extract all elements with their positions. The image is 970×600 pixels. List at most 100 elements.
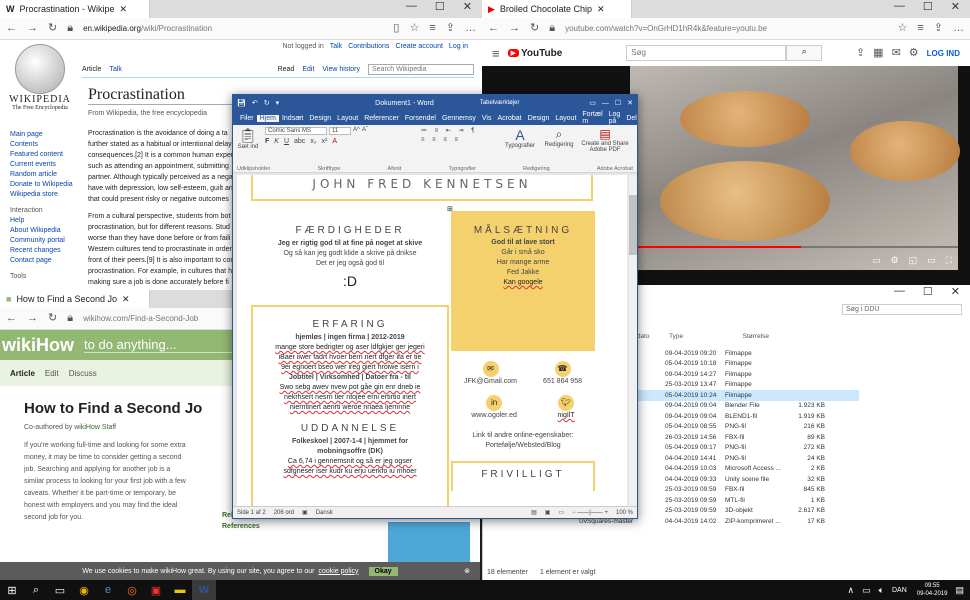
styles-button[interactable]: A Typografier	[503, 127, 537, 170]
save-icon[interactable]: 💾︎	[237, 99, 246, 107]
nav-discuss[interactable]: Discuss	[69, 369, 97, 378]
close-tab-icon[interactable]: ✕	[122, 294, 130, 305]
ribbon-tab[interactable]: Referencer	[361, 115, 402, 122]
youtube-search-input[interactable]: Søg	[626, 45, 787, 61]
close-icon[interactable]: ✕	[627, 99, 633, 107]
login-link[interactable]: Log på	[606, 111, 624, 125]
list-icons[interactable]: ≔ ≡ ⇤ ⇥ ¶	[421, 127, 497, 134]
maximize-icon[interactable]: ☐	[435, 0, 445, 18]
sidebar-donate[interactable]: Donate to Wikipedia	[10, 180, 82, 190]
wiki-browser-tab[interactable]: W Procrastination - Wikipe ✕	[0, 0, 150, 18]
maximize-icon[interactable]: ☐	[923, 285, 933, 301]
create-pdf-button[interactable]: ▤ Create and Share Adobe PDF	[581, 127, 629, 170]
youtube-logo-icon[interactable]: ▶	[507, 49, 519, 57]
proofing-icon[interactable]: ▣	[302, 509, 308, 516]
undo-icon[interactable]: ↶	[252, 99, 258, 107]
sidebar-main-page[interactable]: Main page	[10, 130, 82, 140]
font-color-icon[interactable]: A	[332, 138, 337, 145]
document-page[interactable]: JOHN FRED KENNETSEN ⊞ FÆRDIGHEDER Jeg er…	[237, 175, 627, 506]
zoom-slider[interactable]: − ——|—— +	[572, 510, 608, 516]
tab-article[interactable]: Article	[82, 66, 101, 73]
font-size-select[interactable]: 11	[329, 127, 351, 135]
reading-view-icon[interactable]: ▯	[393, 23, 399, 34]
close-icon[interactable]: ✕	[951, 0, 960, 18]
more-icon[interactable]: …	[953, 23, 964, 34]
minimize-icon[interactable]: —	[602, 100, 609, 107]
upload-icon[interactable]: ⇪	[856, 47, 865, 59]
ribbon-tab[interactable]: Hjem	[256, 114, 279, 122]
settings-icon[interactable]: ⚙	[891, 255, 899, 266]
youtube-browser-tab[interactable]: ▶ Broiled Chocolate Chip ✕	[482, 0, 632, 18]
volume-icon[interactable]: 🔈︎	[879, 585, 884, 596]
grow-font-icon[interactable]: A^	[353, 127, 360, 135]
close-icon[interactable]: ✕	[951, 285, 960, 301]
cookie-okay-button[interactable]: Okay	[368, 566, 398, 576]
blender-icon[interactable]: ◎	[120, 580, 144, 600]
bold-icon[interactable]: F	[265, 138, 269, 145]
more-icon[interactable]: …	[465, 23, 476, 34]
wikihow-browser-tab[interactable]: ■ How to Find a Second Jo ✕	[0, 290, 150, 308]
favorites-hub-icon[interactable]: ≡	[429, 23, 435, 34]
close-tab-icon[interactable]: ✕	[597, 4, 605, 15]
ribbon-tab[interactable]: Gennemsy	[439, 115, 479, 122]
back-icon[interactable]: ←	[6, 23, 17, 34]
vertical-scrollbar[interactable]	[629, 175, 637, 506]
explorer-search-input[interactable]: Søg i DDU	[842, 303, 962, 315]
ribbon-tab[interactable]: Design	[306, 115, 334, 122]
address-bar[interactable]: youtube.com/watch?v=OnGrHD1hR4k&feature=…	[565, 24, 887, 33]
tell-me-input[interactable]: Fortæl m	[579, 111, 605, 125]
address-bar[interactable]: en.wikipedia.org/wiki/Procrastination	[83, 24, 383, 33]
paste-button[interactable]: 📋︎ Sæt ind	[237, 127, 259, 170]
theater-icon[interactable]: ▭	[927, 255, 936, 266]
share-icon[interactable]: ⇪	[446, 23, 455, 34]
minimize-icon[interactable]: —	[406, 0, 417, 18]
video-progress-bar[interactable]	[630, 246, 958, 248]
maximize-icon[interactable]: ☐	[615, 99, 621, 107]
fullscreen-icon[interactable]: ⛶	[946, 255, 952, 266]
file-explorer-icon[interactable]: ▬	[168, 580, 192, 600]
ribbon-tab[interactable]: Indsæt	[279, 115, 306, 122]
minimize-icon[interactable]: —	[894, 285, 905, 301]
ribbon-tab[interactable]: Forsendel	[402, 115, 439, 122]
font-select[interactable]: Comic Sans MS	[265, 127, 327, 135]
word-icon[interactable]: W	[192, 580, 216, 600]
ribbon-tab[interactable]: Acrobat	[494, 115, 524, 122]
ribbon-tab[interactable]: Filer	[237, 115, 257, 122]
read-mode-icon[interactable]: ▤	[531, 509, 537, 516]
ad-banner[interactable]	[388, 522, 470, 562]
messages-icon[interactable]: ✉	[892, 47, 901, 59]
maximize-icon[interactable]: ☐	[923, 0, 933, 18]
notification-icon[interactable]: ▤	[955, 585, 964, 596]
customize-toolbar-icon[interactable]: ▾	[276, 99, 280, 107]
refresh-icon[interactable]: ↻	[530, 23, 539, 34]
forward-icon[interactable]: →	[27, 313, 38, 324]
close-tab-icon[interactable]: ✕	[120, 4, 128, 15]
shrink-font-icon[interactable]: Aˇ	[362, 127, 368, 135]
back-icon[interactable]: ←	[6, 313, 17, 324]
miniplayer-icon[interactable]: ◱	[909, 255, 918, 266]
youtube-login-button[interactable]: LOG IND	[927, 49, 960, 58]
forward-icon[interactable]: →	[27, 23, 38, 34]
media-icon[interactable]: ▣	[144, 580, 168, 600]
tray-arrow-icon[interactable]: ∧	[847, 585, 854, 596]
edge-icon[interactable]: e	[96, 580, 120, 600]
back-icon[interactable]: ←	[488, 23, 499, 34]
tab-talk[interactable]: Talk	[109, 66, 121, 73]
search-icon[interactable]: ⌕	[24, 580, 48, 600]
video-player[interactable]: ▭ ⚙ ◱ ▭ ⛶	[630, 66, 960, 270]
subtitles-icon[interactable]: ▭	[872, 255, 881, 266]
refresh-icon[interactable]: ↻	[48, 23, 57, 34]
refresh-icon[interactable]: ↻	[48, 313, 57, 324]
close-icon[interactable]: ✕	[463, 0, 472, 18]
wiki-search-input[interactable]: Search Wikipedia	[368, 64, 474, 75]
task-view-icon[interactable]: ▭	[48, 580, 72, 600]
favorites-hub-icon[interactable]: ≡	[917, 23, 923, 34]
settings-icon[interactable]: ⚙	[909, 47, 919, 59]
nav-article[interactable]: Article	[10, 369, 35, 378]
print-layout-icon[interactable]: ▣	[545, 509, 551, 516]
ribbon-tab[interactable]: Layout	[334, 115, 361, 122]
chrome-icon[interactable]: ◉	[72, 580, 96, 600]
ribbon-tab[interactable]: Layout	[552, 115, 579, 122]
network-icon[interactable]: ▭	[862, 585, 871, 596]
ribbon-display-icon[interactable]: ▭	[589, 99, 596, 107]
